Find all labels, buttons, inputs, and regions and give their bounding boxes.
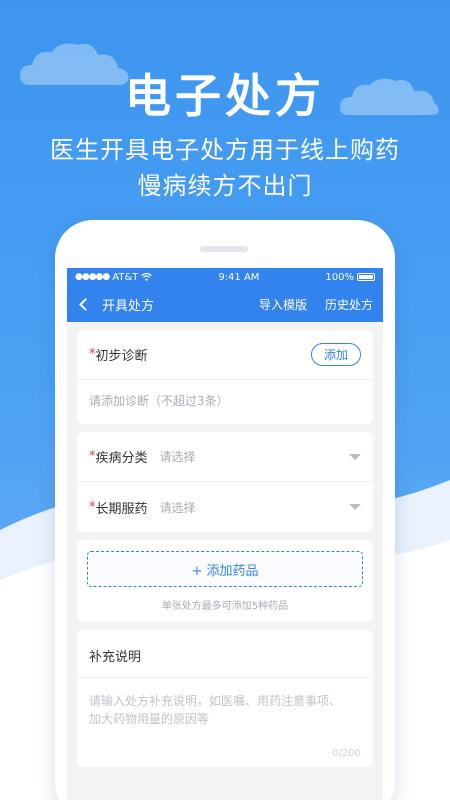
char-counter: 0/200 <box>332 748 361 759</box>
nav-bar: 开具处方 导入模版 历史处方 <box>67 286 383 322</box>
status-left: ●●●●● AT&T <box>75 271 153 283</box>
import-template-button[interactable]: 导入模版 <box>259 296 307 313</box>
disease-category-value: 请选择 <box>159 450 196 464</box>
wifi-icon <box>141 273 153 281</box>
battery-percent: 100% <box>325 271 354 283</box>
status-time: 9:41 AM <box>218 271 260 283</box>
add-diagnosis-button[interactable]: 添加 <box>310 343 361 366</box>
hero-title: 电子处方 <box>125 69 325 123</box>
back-icon[interactable] <box>79 297 92 311</box>
battery-icon <box>357 273 375 281</box>
classification-card: * 疾病分类 请选择 * 长期服药 请选择 <box>77 432 373 532</box>
supplement-title: 补充说明 <box>77 630 373 678</box>
drug-limit-note: 单张处方最多可添加5种药品 <box>161 601 289 612</box>
signal-icon: ●●●●● <box>75 272 110 282</box>
dropdown-caret-icon <box>349 453 361 460</box>
phone-speaker <box>200 246 248 252</box>
disease-category-label: 疾病分类 <box>95 451 148 466</box>
diagnosis-row: * 初步诊断 添加 <box>77 330 373 380</box>
history-prescription-button[interactable]: 历史处方 <box>325 296 373 313</box>
disease-category-select[interactable]: * 疾病分类 请选择 <box>77 432 373 482</box>
add-drug-button[interactable]: + 添加药品 <box>87 551 363 587</box>
diagnosis-card: * 初步诊断 添加 请添加诊断（不超过3条） <box>77 330 373 424</box>
status-bar: ●●●●● AT&T 9:41 AM 100% <box>67 268 383 286</box>
hero-subtitle-line1: 医生开具电子处方用于线上购药 <box>50 136 400 164</box>
long-term-med-select[interactable]: * 长期服药 请选择 <box>77 482 373 532</box>
supplement-placeholder-line1: 请输入处方补充说明，如医嘱、用药注意事项、 <box>89 694 342 708</box>
supplement-textarea[interactable]: 请输入处方补充说明，如医嘱、用药注意事项、 加大药物用量的原因等 <box>77 678 373 748</box>
battery-indicator: 100% <box>325 272 375 283</box>
phone-mockup: ●●●●● AT&T 9:41 AM 100% 开具处方 导入模版 历史处方 *… <box>55 220 395 800</box>
diagnosis-label: 初步诊断 <box>95 349 148 364</box>
supplement-placeholder-line2: 加大药物用量的原因等 <box>89 712 210 726</box>
long-term-med-value: 请选择 <box>159 500 196 515</box>
phone-screen: ●●●●● AT&T 9:41 AM 100% 开具处方 导入模版 历史处方 *… <box>67 268 383 800</box>
drugs-card: + 添加药品 单张处方最多可添加5种药品 <box>77 540 373 622</box>
carrier-label: AT&T <box>112 271 139 283</box>
hero-subtitle-line2: 慢病续方不出门 <box>137 172 313 200</box>
nav-title: 开具处方 <box>102 298 155 314</box>
supplement-card: 补充说明 请输入处方补充说明，如医嘱、用药注意事项、 加大药物用量的原因等 0/… <box>77 630 373 767</box>
diagnosis-placeholder[interactable]: 请添加诊断（不超过3条） <box>77 380 373 424</box>
long-term-med-label: 长期服药 <box>95 501 148 517</box>
dropdown-caret-icon <box>349 504 361 510</box>
